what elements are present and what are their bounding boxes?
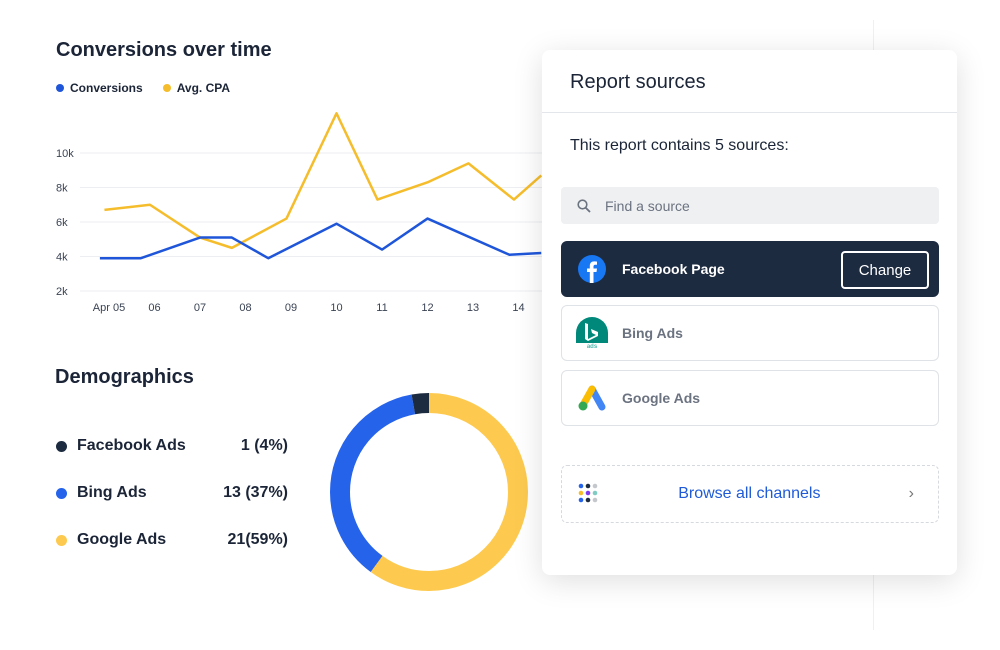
demographic-row-google: Google Ads 21(59%) [56,531,288,549]
source-label: Facebook Page [622,261,725,277]
channels-grid-icon [578,483,598,503]
svg-text:ads: ads [587,344,598,349]
x-tick-label: 06 [148,302,160,314]
x-tick-label: 09 [285,302,297,314]
x-tick-label: Apr 05 [93,302,125,314]
demographic-row-bing: Bing Ads 13 (37%) [56,484,288,502]
y-tick-label: 2k [56,286,68,298]
x-tick-label: 11 [376,302,387,314]
search-placeholder: Find a source [605,197,690,214]
panel-title: Report sources [570,71,706,93]
demographic-row-facebook: Facebook Ads 1 (4%) [56,437,288,455]
line-chart: 10k 8k 6k 4k 2k Apr 05 06 07 08 09 10 11 12 13 14 [56,112,545,314]
series-line-avg-cpa [104,112,543,250]
legend-dot [56,487,67,499]
source-bing-ads[interactable]: ads Bing Ads [561,305,939,361]
x-tick-label: 13 [467,302,479,314]
demographic-label: Facebook Ads [77,437,186,454]
source-label: Bing Ads [622,325,683,341]
source-label: Google Ads [622,390,701,406]
browse-label: Browse all channels [678,485,821,502]
x-tick-label: 10 [330,302,342,314]
legend-dot [56,440,67,452]
legend-dot [56,534,67,546]
source-google-ads[interactable]: Google Ads [561,370,939,426]
demographic-value: 13 (37%) [223,484,288,501]
google-ads-icon [576,382,608,414]
panel-subtitle: This report contains 5 sources: [570,137,789,154]
browse-all-channels-button[interactable]: Browse all channels › [561,465,939,523]
y-tick-label: 10k [56,148,74,160]
search-icon [577,198,591,213]
source-facebook-page[interactable]: Facebook Page Change [561,241,939,297]
bing-ads-icon: ads [576,317,608,349]
x-tick-label: 07 [194,302,206,314]
demographic-value: 21(59%) [227,531,288,548]
x-tick-label: 08 [239,302,251,314]
y-tick-label: 6k [56,217,68,229]
y-tick-label: 4k [56,252,68,264]
chevron-right-icon: › [908,485,914,502]
search-input[interactable]: Find a source [561,187,939,224]
demographic-value: 1 (4%) [240,437,288,454]
facebook-icon [576,253,608,285]
series-line-conversions [99,217,542,260]
donut-chart [330,393,528,591]
y-tick-label: 8k [56,183,68,195]
demographics-title: Demographics [55,366,194,388]
demographic-label: Google Ads [77,531,167,548]
demographic-label: Bing Ads [77,484,147,501]
x-tick-label: 14 [512,302,524,314]
change-button[interactable]: Change [841,251,929,289]
report-sources-panel: Report sources This report contains 5 so… [542,50,957,575]
x-tick-label: 12 [421,302,433,314]
divider [542,112,957,113]
